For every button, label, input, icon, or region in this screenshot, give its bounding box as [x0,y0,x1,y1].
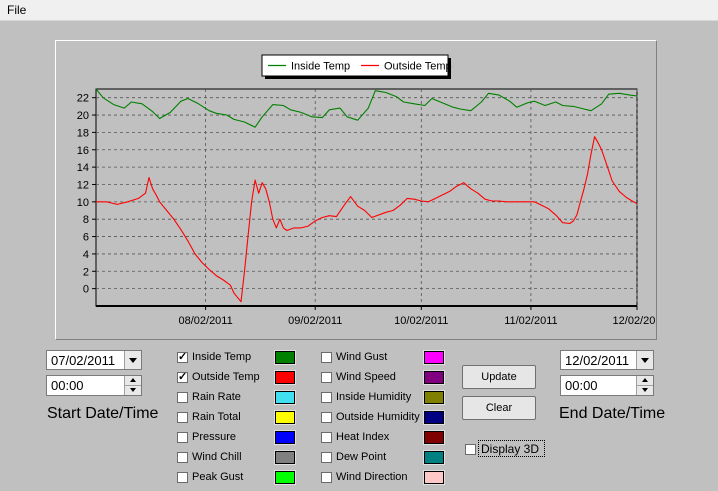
inside-temp-checkbox[interactable] [177,350,188,363]
wind-speed-color-swatch[interactable] [423,370,445,385]
x-tick-label: 11/02/2011 [504,315,557,327]
temperature-chart: 0 2 4 6 8 10 12 14 16 18 20 22 08/02/2011 09/02/2011 1… [77,54,656,327]
x-tick-label: 08/02/2011 [178,315,232,327]
inside-humidity-label: Inside Humidity [336,391,412,403]
end-date-picker[interactable]: 12/02/2011 [560,350,654,370]
y-tick-label: 22 [77,93,89,105]
chevron-down-icon[interactable] [636,351,653,369]
wind-direction-label: Wind Direction [336,471,408,483]
inside-humidity-color-swatch[interactable] [423,390,445,405]
wind-chill-color-swatch[interactable] [274,450,296,465]
rain-rate-label: Rain Rate [192,391,241,403]
outside-humidity-label: Outside Humidity [336,411,420,423]
x-tick-label: 10/02/2011 [394,315,448,327]
end-time-spinner[interactable]: 00:00 [560,375,654,396]
clear-button[interactable]: Clear [462,396,536,420]
end-time-value: 00:00 [565,378,598,393]
spin-down-icon[interactable] [636,386,653,395]
rain-rate-checkbox[interactable] [177,392,188,403]
end-date-value: 12/02/2011 [565,353,630,368]
peak-gust-checkbox[interactable] [177,472,188,483]
y-tick-label: 16 [77,145,89,157]
start-time-spinner[interactable]: 00:00 [46,375,142,396]
pressure-checkbox[interactable] [177,432,188,443]
dew-point-label: Dew Point [336,451,387,463]
inside-temp-label: Inside Temp [192,351,252,363]
start-date-label: Start Date/Time [47,405,159,422]
y-tick-label: 4 [83,249,89,261]
rain-total-checkbox[interactable] [177,412,188,423]
y-tick-label: 8 [83,214,89,226]
start-time-value: 00:00 [51,378,84,393]
y-tick-label: 12 [77,179,89,191]
wind-speed-label: Wind Speed [336,371,396,383]
heat-index-checkbox[interactable] [321,432,332,443]
outside-humidity-color-swatch[interactable] [423,410,445,425]
spin-up-icon[interactable] [124,376,141,386]
wind-chill-checkbox[interactable] [177,452,188,463]
spin-down-icon[interactable] [124,386,141,395]
outside-humidity-checkbox[interactable] [321,412,332,423]
legend-label: Outside Temp [384,61,452,73]
y-tick-label: 20 [77,110,89,122]
pressure-label: Pressure [192,431,237,443]
wind-gust-checkbox[interactable] [321,352,332,363]
y-tick-label: 14 [77,162,89,174]
y-tick-label: 18 [77,127,89,139]
end-date-label: End Date/Time [559,405,666,422]
y-tick-label: 0 [83,284,89,296]
y-tick-label: 2 [83,266,89,278]
x-tick-label: 09/02/2011 [288,315,342,327]
spin-up-icon[interactable] [636,376,653,386]
wind-direction-checkbox[interactable] [321,472,332,483]
update-button[interactable]: Update [462,365,536,389]
dew-point-checkbox[interactable] [321,452,332,463]
wind-gust-color-swatch[interactable] [423,350,445,365]
start-date-picker[interactable]: 07/02/2011 [46,350,142,370]
display-3d-checkbox[interactable] [465,444,476,455]
inside-temp-color-swatch[interactable] [274,350,296,365]
legend-label: Inside Temp [291,61,350,73]
dew-point-color-swatch[interactable] [423,450,445,465]
wind-direction-color-swatch[interactable] [423,470,445,485]
outside-temp-color-swatch[interactable] [274,370,296,385]
chevron-down-icon[interactable] [124,351,141,369]
wind-chill-label: Wind Chill [192,451,242,463]
display-3d-label: Display 3D [481,442,540,456]
start-date-value: 07/02/2011 [51,353,116,368]
peak-gust-color-swatch[interactable] [274,470,296,485]
peak-gust-label: Peak Gust [192,471,244,483]
heat-index-color-swatch[interactable] [423,430,445,445]
y-tick-label: 10 [77,197,89,209]
inside-humidity-checkbox[interactable] [321,392,332,403]
menu-file[interactable]: File [7,3,26,17]
chart-panel: 0 2 4 6 8 10 12 14 16 18 20 22 08/02/2011 09/02/2011 1… [55,40,657,340]
rain-rate-color-swatch[interactable] [274,390,296,405]
rain-total-color-swatch[interactable] [274,410,296,425]
outside-temp-checkbox[interactable] [177,370,188,383]
display-3d-label-box[interactable]: Display 3D [478,440,545,457]
x-tick-label: 12/02/201 [613,315,656,327]
heat-index-label: Heat Index [336,431,390,443]
rain-total-label: Rain Total [192,411,241,423]
pressure-color-swatch[interactable] [274,430,296,445]
outside-temp-label: Outside Temp [192,371,260,383]
wind-speed-checkbox[interactable] [321,372,332,383]
wind-gust-label: Wind Gust [336,351,388,363]
y-tick-label: 6 [83,232,89,244]
plot-area [95,88,638,307]
menu-bar: File [0,0,718,21]
